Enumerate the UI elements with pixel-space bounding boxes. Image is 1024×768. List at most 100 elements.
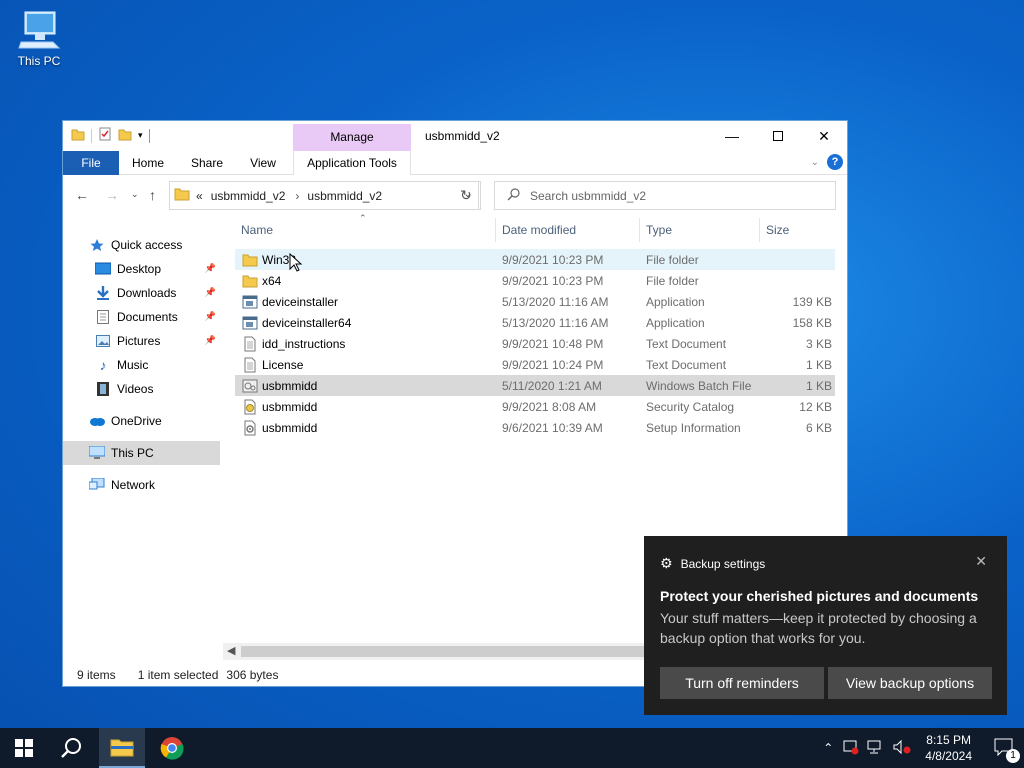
table-row[interactable]: deviceinstaller64 5/13/2020 11:16 AM App… (235, 312, 835, 333)
file-size: 12 KB (799, 399, 832, 414)
mouse-cursor-icon (289, 253, 303, 272)
show-hidden-icons-icon[interactable]: ⌃ (823, 741, 833, 755)
refresh-button[interactable]: ↻ (452, 181, 481, 210)
file-type: Security Catalog (646, 399, 735, 414)
security-alert-icon[interactable] (843, 739, 859, 758)
column-header-size[interactable]: Size (760, 218, 835, 242)
sidebar-label: Music (117, 358, 149, 372)
close-button[interactable]: ✕ (801, 121, 847, 151)
window-title: usbmmidd_v2 (425, 129, 500, 143)
properties-icon[interactable] (98, 127, 112, 144)
table-row[interactable]: x64 9/9/2021 10:23 PM File folder (235, 270, 835, 291)
column-header-name[interactable]: Name (235, 218, 496, 242)
pin-icon[interactable]: 📌 (205, 311, 216, 322)
breadcrumb-overflow[interactable]: « (196, 189, 203, 203)
sidebar-item-onedrive[interactable]: OneDrive (63, 409, 220, 433)
table-row[interactable]: usbmmidd 5/11/2020 1:21 AM Windows Batch… (235, 375, 835, 396)
quick-access-toolbar: ▾ (71, 127, 150, 144)
sidebar-item-music[interactable]: ♪ Music (63, 353, 220, 377)
tab-view[interactable]: View (239, 151, 287, 175)
tab-share[interactable]: Share (183, 151, 231, 175)
customize-qat-icon[interactable]: ▾ (138, 130, 143, 141)
table-row[interactable]: deviceinstaller 5/13/2020 11:16 AM Appli… (235, 291, 835, 312)
breadcrumb-chevron-icon[interactable]: › (295, 189, 299, 203)
file-date: 9/9/2021 10:48 PM (502, 336, 604, 351)
file-type: File folder (646, 252, 699, 267)
table-row[interactable]: idd_instructions 9/9/2021 10:48 PM Text … (235, 333, 835, 354)
search-box[interactable]: Search usbmmidd_v2 (494, 181, 836, 210)
tab-manage[interactable]: Manage (293, 124, 411, 151)
file-name: idd_instructions (262, 336, 346, 351)
table-row[interactable]: License 9/9/2021 10:24 PM Text Document … (235, 354, 835, 375)
volume-muted-icon[interactable] (893, 739, 911, 758)
address-bar[interactable]: « usbmmidd_v2 › usbmmidd_v2 ⌄ (169, 181, 479, 210)
minimize-button[interactable]: — (709, 121, 755, 151)
music-note-icon: ♪ (99, 357, 107, 373)
selection-count: 1 item selected (137, 668, 219, 682)
expand-ribbon-icon[interactable]: ⌄ (811, 157, 819, 168)
start-button[interactable] (0, 728, 48, 768)
folder-icon[interactable] (71, 127, 85, 144)
cloud-icon (89, 413, 105, 429)
item-count: 9 items (77, 668, 116, 682)
sidebar-item-downloads[interactable]: Downloads 📌 (63, 281, 220, 305)
file-date: 9/9/2021 10:23 PM (502, 273, 604, 288)
sidebar-item-this-pc[interactable]: This PC (63, 441, 220, 465)
search-icon (507, 187, 520, 204)
table-row[interactable]: Win32 9/9/2021 10:23 PM File folder (235, 249, 835, 270)
notification-title: Protect your cherished pictures and docu… (660, 588, 979, 604)
view-backup-options-button[interactable]: View backup options (828, 667, 992, 699)
tab-application-tools[interactable]: Application Tools (293, 151, 411, 175)
file-name: usbmmidd (262, 399, 318, 414)
turn-off-reminders-button[interactable]: Turn off reminders (660, 667, 824, 699)
help-icon[interactable]: ? (827, 154, 843, 170)
column-header-type[interactable]: Type (640, 218, 760, 242)
table-row[interactable]: usbmmidd 9/6/2021 10:39 AM Setup Informa… (235, 417, 835, 438)
forward-arrow-icon[interactable]: → (105, 187, 119, 203)
clock[interactable]: 8:15 PM 4/8/2024 (925, 732, 972, 764)
up-arrow-icon[interactable]: ↑ (149, 187, 156, 203)
network-tray-icon[interactable] (867, 739, 885, 758)
pin-icon[interactable]: 📌 (205, 263, 216, 274)
pin-icon[interactable]: 📌 (205, 335, 216, 346)
this-pc-desktop-icon[interactable]: This PC (10, 8, 68, 68)
chrome-taskbar-button[interactable] (148, 728, 196, 768)
close-notification-icon[interactable]: ✕ (975, 553, 987, 570)
back-arrow-icon[interactable]: ← (75, 187, 89, 203)
sidebar-item-desktop[interactable]: Desktop 📌 (63, 257, 220, 281)
star-icon (89, 237, 105, 253)
new-folder-icon[interactable] (118, 127, 132, 144)
sidebar-item-videos[interactable]: Videos (63, 377, 220, 401)
sidebar-item-network[interactable]: Network (63, 473, 220, 497)
breadcrumb-parent[interactable]: usbmmidd_v2 (211, 189, 286, 203)
table-row[interactable]: usbmmidd 9/9/2021 8:08 AM Security Catal… (235, 396, 835, 417)
sidebar-item-pictures[interactable]: Pictures 📌 (63, 329, 220, 353)
breadcrumb-current[interactable]: usbmmidd_v2 (307, 189, 382, 203)
clock-time: 8:15 PM (926, 733, 971, 747)
search-taskbar-button[interactable] (48, 728, 96, 768)
title-bar: ▾ Manage usbmmidd_v2 — ✕ (63, 121, 847, 151)
navigation-pane: Quick access Desktop 📌 Downloads 📌 Docum… (63, 233, 220, 653)
column-header-date[interactable]: Date modified (496, 218, 640, 242)
sidebar-item-documents[interactable]: Documents 📌 (63, 305, 220, 329)
system-tray: ⌃ 8:15 PM 4/8/2024 1 (823, 728, 1024, 768)
setup-information-icon (242, 420, 258, 436)
scroll-left-icon[interactable]: ◀ (227, 644, 235, 657)
file-explorer-taskbar-button[interactable] (99, 728, 145, 768)
search-placeholder: Search usbmmidd_v2 (530, 188, 647, 203)
file-date: 5/13/2020 11:16 AM (502, 315, 609, 330)
file-type: Windows Batch File (646, 378, 752, 393)
tab-home[interactable]: Home (123, 151, 173, 175)
sidebar-item-quick-access[interactable]: Quick access (63, 233, 220, 257)
file-date: 9/9/2021 10:24 PM (502, 357, 604, 372)
notification-center-icon[interactable]: 1 (994, 738, 1020, 763)
column-header-row: Name Date modified Type Size (235, 218, 835, 242)
tab-file[interactable]: File (63, 151, 119, 175)
text-document-icon (242, 336, 258, 352)
pin-icon[interactable]: 📌 (205, 287, 216, 298)
maximize-button[interactable] (755, 121, 801, 151)
folder-icon (174, 186, 190, 205)
application-icon (242, 294, 258, 310)
sidebar-label: Quick access (111, 238, 183, 252)
recent-locations-icon[interactable]: ⌄ (131, 189, 139, 200)
